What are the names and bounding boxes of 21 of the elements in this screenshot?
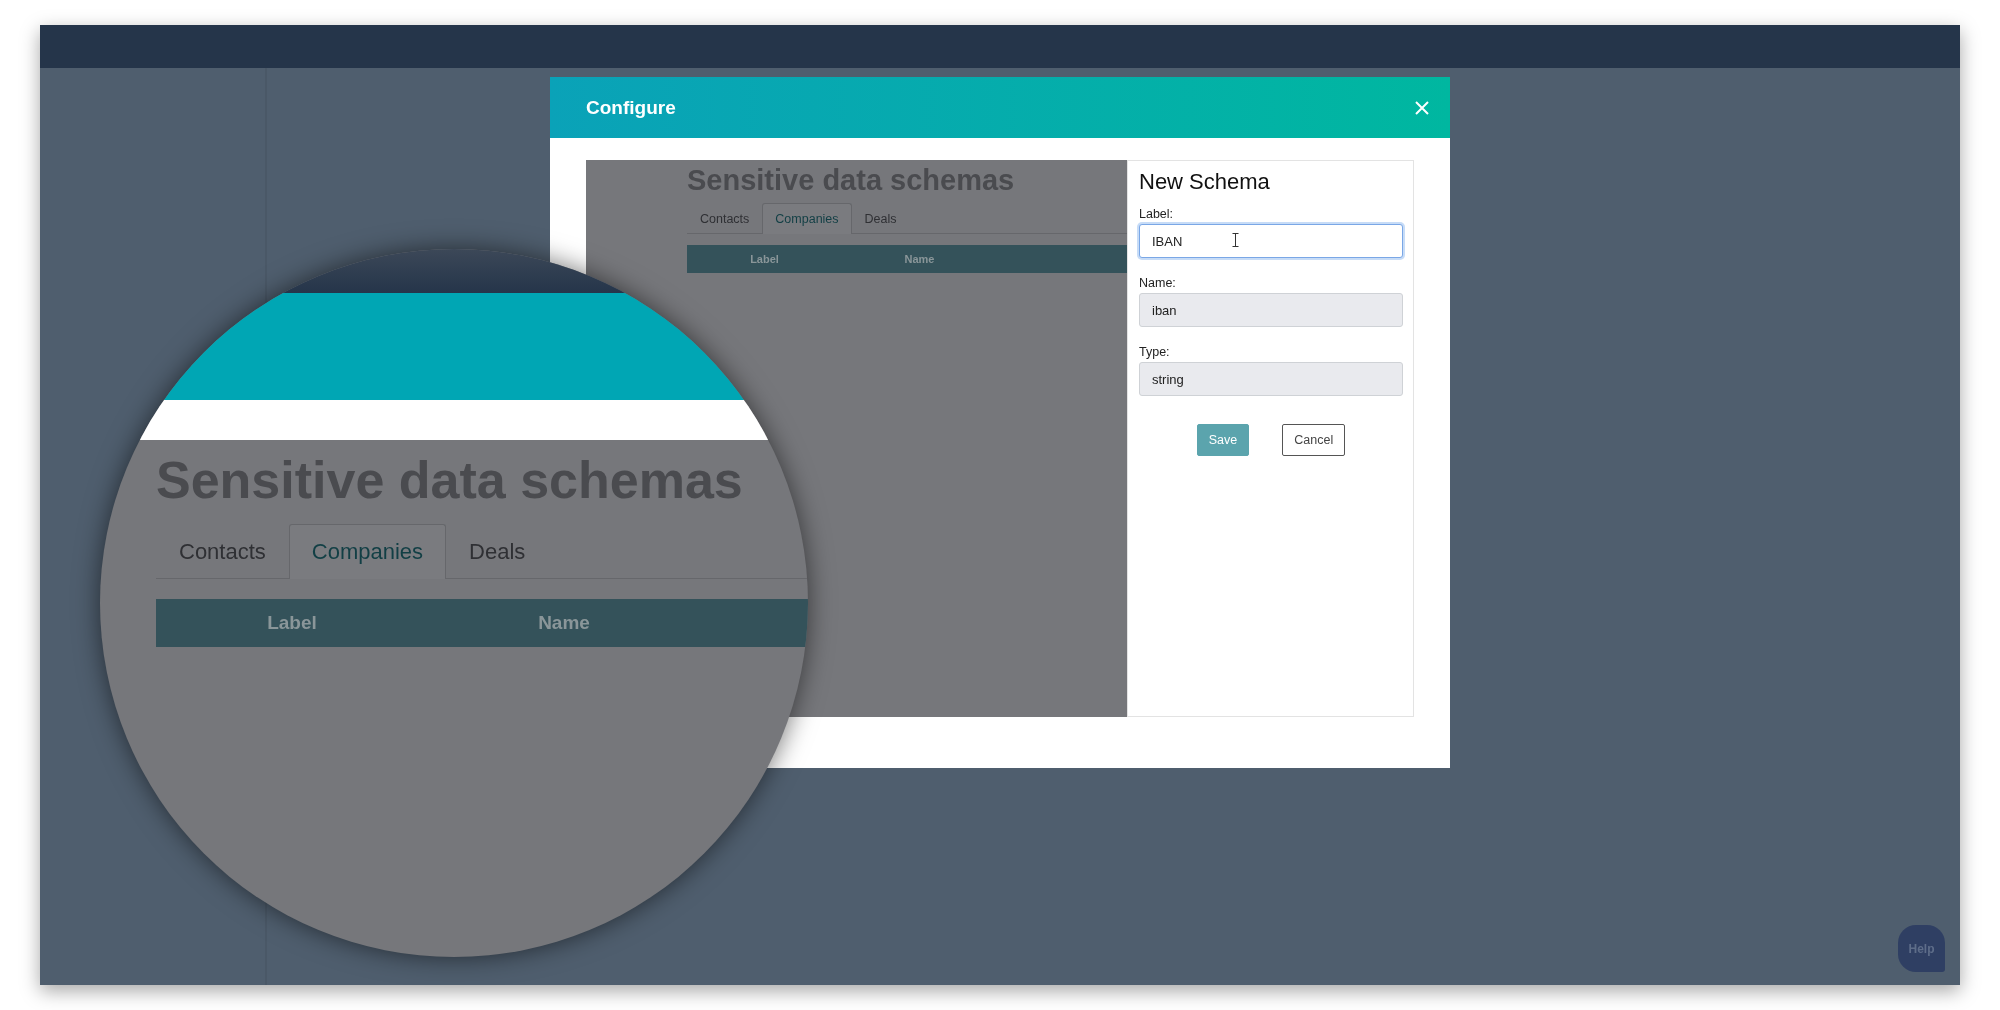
text-cursor-icon (1232, 233, 1239, 247)
tab[interactable]: Deals (851, 203, 910, 234)
form-title: New Schema (1139, 169, 1271, 195)
column-header: Label (749, 253, 780, 265)
dialog-title: Configure (586, 96, 676, 119)
tab[interactable]: Companies (762, 203, 852, 234)
tab[interactable]: Deals (446, 524, 549, 579)
tab[interactable]: Contacts (156, 524, 289, 579)
tab[interactable]: Contacts (687, 203, 763, 234)
field-label: Label: (1139, 207, 1175, 221)
column-header: Name (903, 253, 936, 265)
save-button[interactable]: Save (1196, 424, 1250, 456)
column-header: Name (537, 612, 591, 634)
input-field[interactable]: IBAN (1139, 224, 1403, 258)
field-label: Type: (1139, 345, 1171, 359)
tab[interactable]: Companies (288, 524, 447, 579)
field-label: Name: (1139, 276, 1177, 290)
column-header: Label (266, 612, 318, 634)
cancel-button[interactable]: Cancel (1282, 424, 1346, 456)
input-field[interactable]: iban (1139, 293, 1403, 327)
input-field[interactable]: string (1139, 362, 1403, 396)
